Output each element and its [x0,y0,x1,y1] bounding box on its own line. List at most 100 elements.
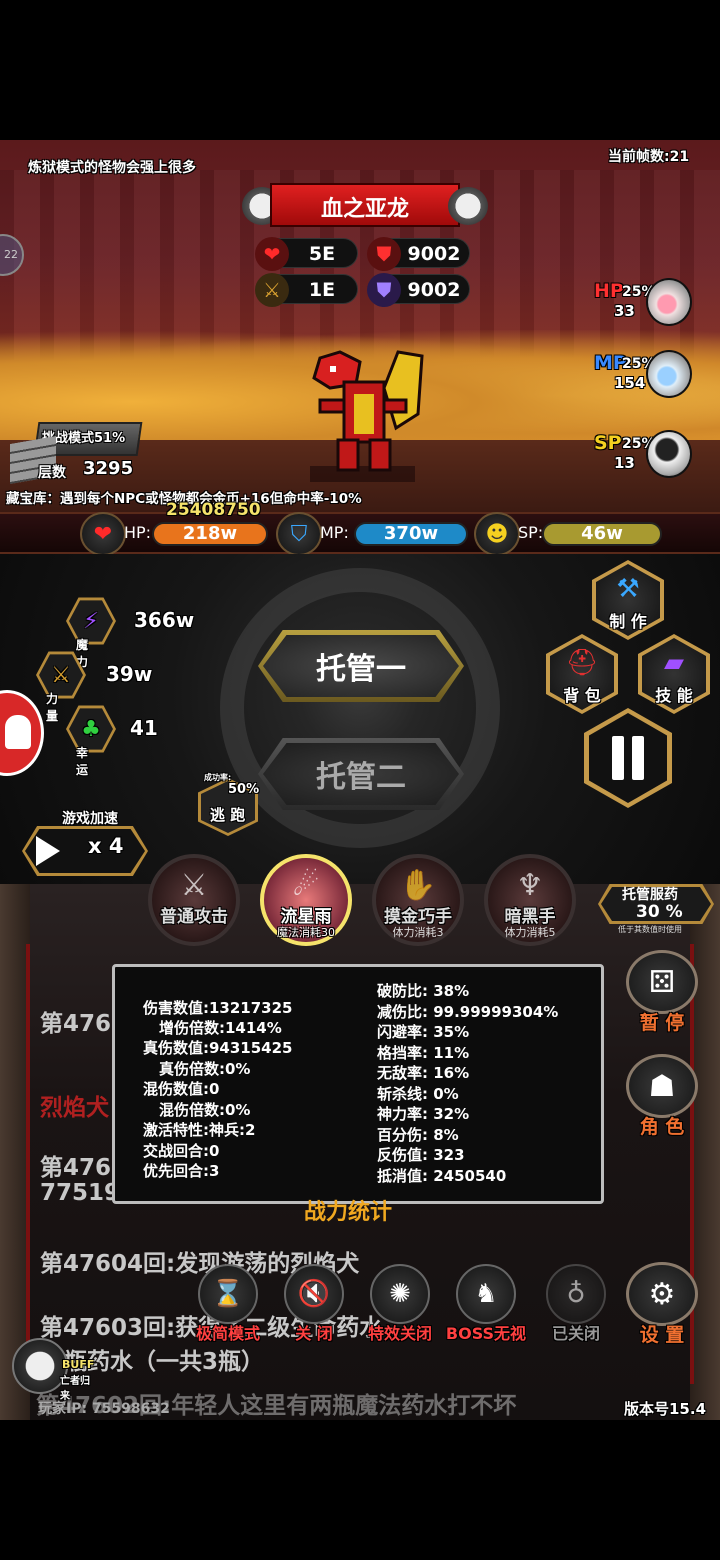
auto-potion-title: 托管服药 [622,887,678,903]
effects-toggle-button[interactable]: ✺ 特效关闭 [362,1264,438,1344]
log-line: 烈焰犬 [40,1095,109,1121]
minimal-mode-button[interactable]: ⌛ 极简模式 [190,1264,266,1344]
escape-label: 逃 跑 [210,806,246,824]
stat-right: 减伤比: 99.99999304% [377,1003,559,1021]
stat-left: 混伤倍数:0% [159,1101,251,1119]
speed-label: 游戏加速 [62,811,118,827]
skill-normal-attack[interactable]: ⚔ 普通攻击 [148,854,240,946]
stat-left: 伤害数值:13217325 [143,999,293,1017]
boss-atk-value: 1E [308,279,336,301]
stat-left: 优先回合:3 [143,1162,220,1180]
skull-icon [448,187,488,225]
auto-potion-note: 低于其数值时使用 [618,925,682,934]
skill-cost: 体力消耗3 [392,926,444,939]
auto-two-label: 托管二 [316,760,406,795]
hp-potion-count: 33 [614,302,635,320]
dragon-icon: ♞ [456,1264,516,1324]
loot-toggle-button[interactable]: ♁ 已关闭 [538,1264,614,1344]
boss-atk-stat: ⚔ 1E [255,273,358,307]
sp-potion[interactable]: SP 25% 13 [590,430,700,492]
attr-luck-label: 幸 运 [76,746,89,777]
stat-right: 抵消值: 2450540 [377,1167,507,1185]
skill-gold-touch[interactable]: ✋ 摸金巧手 体力消耗3 [372,854,464,946]
challenge-mode[interactable]: 挑战模式51% 层数 3295 [8,410,143,486]
purple-shield-icon: ⛊ [367,273,401,307]
character-button[interactable]: ☗ 角 色 [626,1054,698,1144]
floor-value: 3295 [83,458,134,479]
skill-dark-hand[interactable]: ♆ 暗黑手 体力消耗5 [484,854,576,946]
muscle-icon: ☻ [474,512,520,556]
effect-icon: ✺ [370,1264,430,1324]
heart-flask-icon [646,278,692,326]
stat-right: 神力率: 32% [377,1105,470,1123]
boss-magic-def-stat: ⛊ 9002 [367,273,470,307]
skill-meteor-shower[interactable]: ☄ 流星雨 魔法消耗30 [260,854,352,946]
auto-potion-value: 30 % [636,902,683,922]
mp-value: 370w [383,523,439,544]
version-label: 版本号15.4 [624,1400,707,1418]
boss-phys-def-value: 9002 [407,243,461,265]
hp-potion[interactable]: HP 25% 33 [590,278,700,340]
skill-name: 普通攻击 [160,907,228,927]
stat-left: 混伤数值:0 [143,1080,220,1098]
hp-value: 218w [182,523,238,544]
speed-multiplier: x 4 [88,834,124,858]
bag-icon: ♁ [546,1264,606,1324]
attr-strength-value: 39w [106,662,153,686]
game-speed[interactable]: 游戏加速 x 4 [22,808,152,878]
boss-ignore-button[interactable]: ♞ BOSS无视 [446,1264,526,1344]
buff-title: BUFF [62,1358,95,1371]
log-line: 77519 [40,1180,121,1206]
person-icon [5,715,31,749]
bottom-black-band [0,1420,720,1560]
combat-stats-popup: 伤害数值:13217325 增伤倍数:1414% 真伤数值:94315425 真… [112,964,604,1204]
mana-icon: ⛉ [276,512,322,556]
pause-game-label: 暂 停 [639,1012,685,1034]
top-black-band [0,0,720,140]
stat-left: 交战回合:0 [143,1142,220,1160]
mp-key: MP: [320,523,349,542]
character-label: 角 色 [639,1116,685,1138]
auto-battle-two-button[interactable]: 托管二 [258,738,464,810]
settings-label: 设 置 [639,1324,685,1346]
auto-battle-one-button[interactable]: 托管一 [258,630,464,702]
stat-right: 无敌率: 16% [377,1064,470,1082]
stat-left: 增伤倍数:1414% [159,1019,282,1037]
food-plate-icon [646,430,692,478]
log-line: 第476 [40,1155,112,1181]
stat-right: 破防比: 38% [377,982,470,1000]
hp-key: HP: [124,523,152,542]
stat-right: 斩杀线: 0% [377,1085,459,1103]
helmet-icon: ⛑ [565,648,599,678]
player-mp: ⛉ MP: 370w [276,512,470,556]
sp-potion-label: SP [594,432,622,454]
escape-rate: 50% [228,782,260,797]
floor-label: 层数 [38,465,66,481]
attr-strength-label: 力 量 [46,692,59,723]
log-line: 第476 [40,1011,112,1037]
hourglass-icon: ⌛ [198,1264,258,1324]
meteor-icon: ☄ [292,868,320,903]
player-ip: 玩家IP: 75598632 [38,1401,170,1417]
mp-potion[interactable]: MP 25% 154 [590,350,700,412]
dragon-sprite [310,350,424,482]
sp-bar: 46w [542,522,662,546]
gear-icon: ⚙ [626,1262,698,1326]
escape-button[interactable]: 成功率: 50% 逃 跑 [198,772,260,836]
tool-label: 已关闭 [551,1324,600,1343]
skill-cost: 魔法消耗30 [277,926,335,939]
boss-name: 血之亚龙 [320,197,409,222]
auto-potion-setting[interactable]: 托管服药 30 % 低于其数值时使用 [598,884,714,938]
pause-inner [589,713,667,803]
stat-right: 百分伤: 8% [377,1126,459,1144]
heart-icon: ❤ [80,512,126,556]
dice-icon: ⚄ [626,950,698,1014]
hp-bar: 218w [152,522,268,546]
sound-toggle-button[interactable]: 🔇 关 闭 [276,1264,352,1344]
anvil-icon: ⚒ [616,574,640,604]
mode-notice: 炼狱模式的怪物会强上很多 [28,160,196,176]
mp-bar: 370w [354,522,468,546]
pause-game-button[interactable]: ⚄ 暂 停 [626,950,698,1040]
settings-button[interactable]: ⚙ 设 置 [626,1262,698,1352]
buff-indicator[interactable]: BUFF 亡者归来 [12,1338,96,1402]
